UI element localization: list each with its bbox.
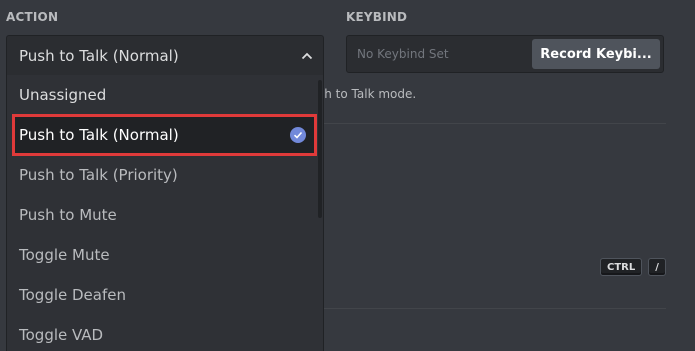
- keybind-placeholder: No Keybind Set: [357, 47, 449, 61]
- option-unassigned[interactable]: Unassigned: [7, 75, 323, 115]
- option-label: Push to Talk (Normal): [19, 126, 179, 144]
- option-push-to-talk-normal[interactable]: Push to Talk (Normal): [12, 114, 317, 156]
- chevron-up-icon: [301, 52, 313, 59]
- action-dropdown: Unassigned Push to Talk (Normal) Push to…: [6, 75, 324, 351]
- keybind-recorder[interactable]: No Keybind Set Record Keybi...: [346, 35, 664, 73]
- key-ctrl: CTRL: [600, 258, 643, 276]
- dropdown-scrollbar[interactable]: [318, 80, 322, 218]
- key-slash: /: [648, 258, 666, 276]
- shortcut-keys: CTRL /: [600, 258, 666, 276]
- option-toggle-deafen[interactable]: Toggle Deafen: [7, 275, 323, 315]
- option-push-to-talk-priority[interactable]: Push to Talk (Priority): [7, 155, 323, 195]
- action-select[interactable]: Push to Talk (Normal): [6, 35, 324, 75]
- keybind-label: KEYBIND: [346, 10, 408, 24]
- action-select-value: Push to Talk (Normal): [19, 46, 179, 65]
- option-toggle-vad[interactable]: Toggle VAD: [7, 315, 323, 351]
- divider: [324, 123, 666, 124]
- option-toggle-mute[interactable]: Toggle Mute: [7, 235, 323, 275]
- push-to-talk-note: sh to Talk mode.: [318, 87, 417, 101]
- record-keybind-button[interactable]: Record Keybi...: [532, 39, 660, 69]
- divider: [324, 308, 666, 309]
- action-label: ACTION: [6, 10, 59, 24]
- option-push-to-mute[interactable]: Push to Mute: [7, 195, 323, 235]
- checkmark-icon: [290, 127, 306, 143]
